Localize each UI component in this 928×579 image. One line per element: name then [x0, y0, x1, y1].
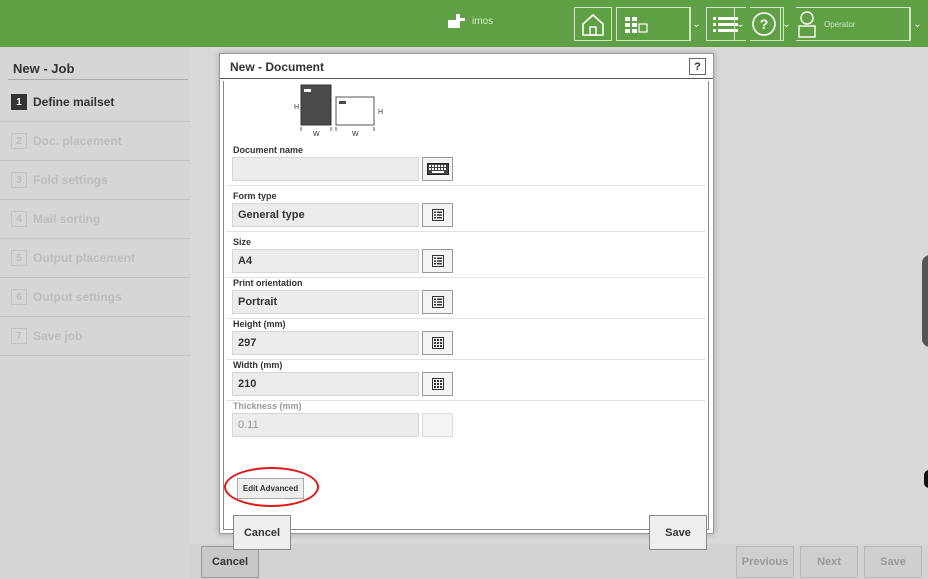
divider — [226, 359, 706, 360]
dialog-body: H W H W Document name Form type General … — [223, 81, 709, 550]
diagram-h-label-2: H — [378, 109, 383, 116]
step-label: Output placement — [33, 251, 136, 265]
edit-advanced-button[interactable]: Edit Advanced — [237, 478, 304, 499]
save-job-button[interactable]: Save — [864, 546, 922, 578]
list-select-icon — [431, 255, 444, 267]
width-keypad-button[interactable] — [422, 372, 453, 396]
grid-icon — [625, 17, 648, 33]
step-mail-sorting[interactable]: 4 Mail sorting — [0, 200, 190, 239]
chevron-down-icon: ⌄ — [736, 18, 745, 30]
chevron-down-icon: ⌄ — [782, 18, 791, 30]
step-label: Fold settings — [33, 173, 108, 187]
logo-text: imos — [472, 15, 494, 27]
dialog-save-button[interactable]: Save — [649, 515, 707, 550]
top-bar: imos ⌄ ⌄ ? ⌄ Operator ⌄ — [0, 0, 928, 47]
help-button[interactable]: ? — [750, 7, 784, 41]
form-type-list-button[interactable] — [422, 203, 453, 227]
home-icon — [582, 13, 604, 36]
user-menu[interactable]: Operator — [796, 7, 910, 41]
user-label: Operator — [824, 19, 856, 29]
chevron-down-icon: ⌄ — [692, 18, 701, 30]
height-field[interactable]: 297 — [232, 331, 419, 355]
nav-title: New - Job — [13, 61, 75, 76]
diagram-w-label-2: W — [352, 131, 359, 138]
logo-icon — [448, 14, 465, 28]
height-keypad-button[interactable] — [422, 331, 453, 355]
step-save-job[interactable]: 7 Save job — [0, 317, 190, 356]
apps-dropdown[interactable]: ⌄ — [690, 7, 702, 41]
side-tab[interactable] — [922, 255, 928, 347]
size-field[interactable]: A4 — [232, 249, 419, 273]
form-type-label: Form type — [233, 191, 277, 201]
step-number: 4 — [11, 211, 27, 227]
step-label: Save job — [33, 329, 83, 343]
print-orientation-label: Print orientation — [233, 278, 303, 288]
keyboard-button[interactable] — [422, 157, 453, 181]
print-orientation-list-button[interactable] — [422, 290, 453, 314]
help-icon: ? — [752, 12, 776, 36]
job-steps-nav: New - Job 1 Define mailset 2 Doc. placem… — [0, 47, 190, 579]
list-select-icon — [431, 209, 444, 221]
width-field[interactable]: 210 — [232, 372, 419, 396]
bottom-toolbar: Cancel Previous Next Save — [190, 544, 928, 579]
thickness-label: Thickness (mm) — [233, 401, 302, 411]
dialog-header: New - Document ? — [220, 54, 713, 79]
keypad-icon — [431, 378, 444, 390]
step-label: Output settings — [33, 290, 122, 304]
new-document-dialog: New - Document ? H W H W Document name F… — [219, 53, 714, 550]
step-doc-placement[interactable]: 2 Doc. placement — [0, 122, 190, 161]
step-number: 7 — [11, 328, 27, 344]
previous-button[interactable]: Previous — [736, 546, 794, 578]
divider — [226, 318, 706, 319]
cancel-job-button[interactable]: Cancel — [201, 546, 259, 578]
next-button[interactable]: Next — [800, 546, 858, 578]
keyboard-icon — [426, 163, 449, 175]
list-select-icon — [431, 296, 444, 308]
step-number: 1 — [11, 94, 27, 110]
step-output-placement[interactable]: 5 Output placement — [0, 239, 190, 278]
print-orientation-field[interactable]: Portrait — [232, 290, 419, 314]
side-handle — [924, 470, 928, 488]
user-icon — [798, 11, 816, 38]
svg-text:?: ? — [760, 16, 769, 32]
thickness-keypad-button — [422, 413, 453, 437]
step-number: 5 — [11, 250, 27, 266]
divider — [226, 185, 706, 186]
height-label: Height (mm) — [233, 319, 286, 329]
app-logo: imos — [448, 14, 493, 28]
dialog-help-button[interactable]: ? — [689, 58, 706, 75]
help-dropdown[interactable]: ⌄ — [780, 7, 792, 41]
step-label: Define mailset — [33, 95, 115, 109]
step-number: 2 — [11, 133, 27, 149]
width-label: Width (mm) — [233, 360, 283, 370]
dialog-cancel-button[interactable]: Cancel — [233, 515, 291, 550]
thickness-field: 0.11 — [232, 413, 419, 437]
keypad-icon — [431, 337, 444, 349]
document-name-field[interactable] — [232, 157, 419, 181]
step-number: 3 — [11, 172, 27, 188]
size-label: Size — [233, 237, 252, 247]
dialog-title: New - Document — [230, 60, 325, 74]
divider — [8, 79, 188, 80]
size-list-button[interactable] — [422, 249, 453, 273]
list-dropdown[interactable]: ⌄ — [734, 7, 746, 41]
step-output-settings[interactable]: 6 Output settings — [0, 278, 190, 317]
step-fold-settings[interactable]: 3 Fold settings — [0, 161, 190, 200]
divider — [226, 231, 706, 232]
chevron-down-icon: ⌄ — [913, 18, 922, 30]
apps-button[interactable] — [616, 7, 690, 41]
step-label: Mail sorting — [33, 212, 101, 226]
step-number: 6 — [11, 289, 27, 305]
diagram-w-label: W — [313, 131, 320, 138]
document-name-label: Document name — [233, 145, 304, 155]
step-define-mailset[interactable]: 1 Define mailset — [0, 83, 190, 122]
user-dropdown[interactable]: ⌄ — [910, 7, 924, 41]
form-type-field[interactable]: General type — [232, 203, 419, 227]
step-label: Doc. placement — [33, 134, 122, 148]
diagram-h-label: H — [294, 104, 299, 111]
document-orientation-icon: H W H W — [294, 84, 383, 138]
home-button[interactable] — [574, 7, 612, 41]
